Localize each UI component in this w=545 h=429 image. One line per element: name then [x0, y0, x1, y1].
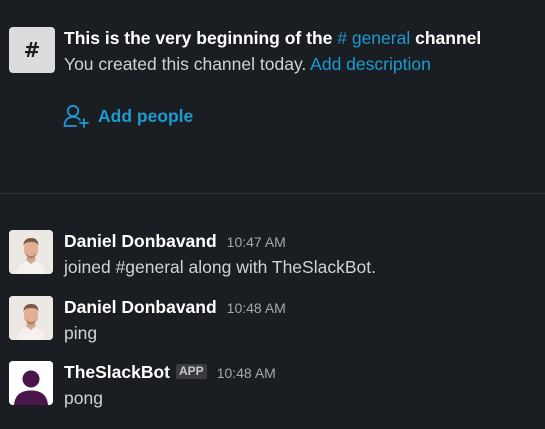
message-item: TheSlackBot APP 10:48 AM pong — [9, 361, 539, 411]
intro-subtitle-text: You created this channel today. — [64, 54, 307, 74]
message-text: joined #general along with TheSlackBot. — [64, 257, 376, 277]
avatar[interactable] — [9, 230, 53, 274]
sender-name[interactable]: TheSlackBot — [64, 361, 170, 383]
channel-intro-subtitle: You created this channel today. Add desc… — [64, 53, 431, 75]
add-description-link[interactable]: Add description — [310, 54, 431, 74]
add-people-label: Add people — [98, 106, 194, 126]
hash-glyph: # — [23, 38, 41, 62]
bot-avatar[interactable] — [9, 361, 53, 405]
message-header: TheSlackBot APP 10:48 AM — [64, 361, 276, 384]
message-text: pong — [64, 388, 103, 408]
message-item: Daniel Donbavand 10:47 AM joined #genera… — [9, 230, 539, 280]
message-item: Daniel Donbavand 10:48 AM ping — [9, 296, 539, 346]
channel-intro-title: This is the very beginning of the # gene… — [64, 27, 481, 49]
sender-name[interactable]: Daniel Donbavand — [64, 230, 217, 252]
sender-name[interactable]: Daniel Donbavand — [64, 296, 217, 318]
divider — [0, 193, 545, 194]
channel-hash-icon: # — [9, 27, 55, 73]
message-timestamp[interactable]: 10:47 AM — [227, 231, 286, 253]
add-people-button[interactable]: Add people — [63, 104, 193, 128]
message-header: Daniel Donbavand 10:48 AM — [64, 296, 286, 319]
intro-title-prefix: This is the very beginning of the — [64, 28, 333, 48]
channel-view: # This is the very beginning of the # ge… — [0, 0, 545, 429]
message-timestamp[interactable]: 10:48 AM — [227, 297, 286, 319]
avatar[interactable] — [9, 296, 53, 340]
message-timestamp[interactable]: 10:48 AM — [217, 362, 276, 384]
app-badge: APP — [176, 364, 207, 379]
message-header: Daniel Donbavand 10:47 AM — [64, 230, 286, 253]
add-person-icon — [63, 104, 90, 128]
message-text: ping — [64, 323, 98, 343]
intro-title-suffix: channel — [415, 28, 482, 48]
channel-name-link[interactable]: # general — [337, 28, 410, 48]
